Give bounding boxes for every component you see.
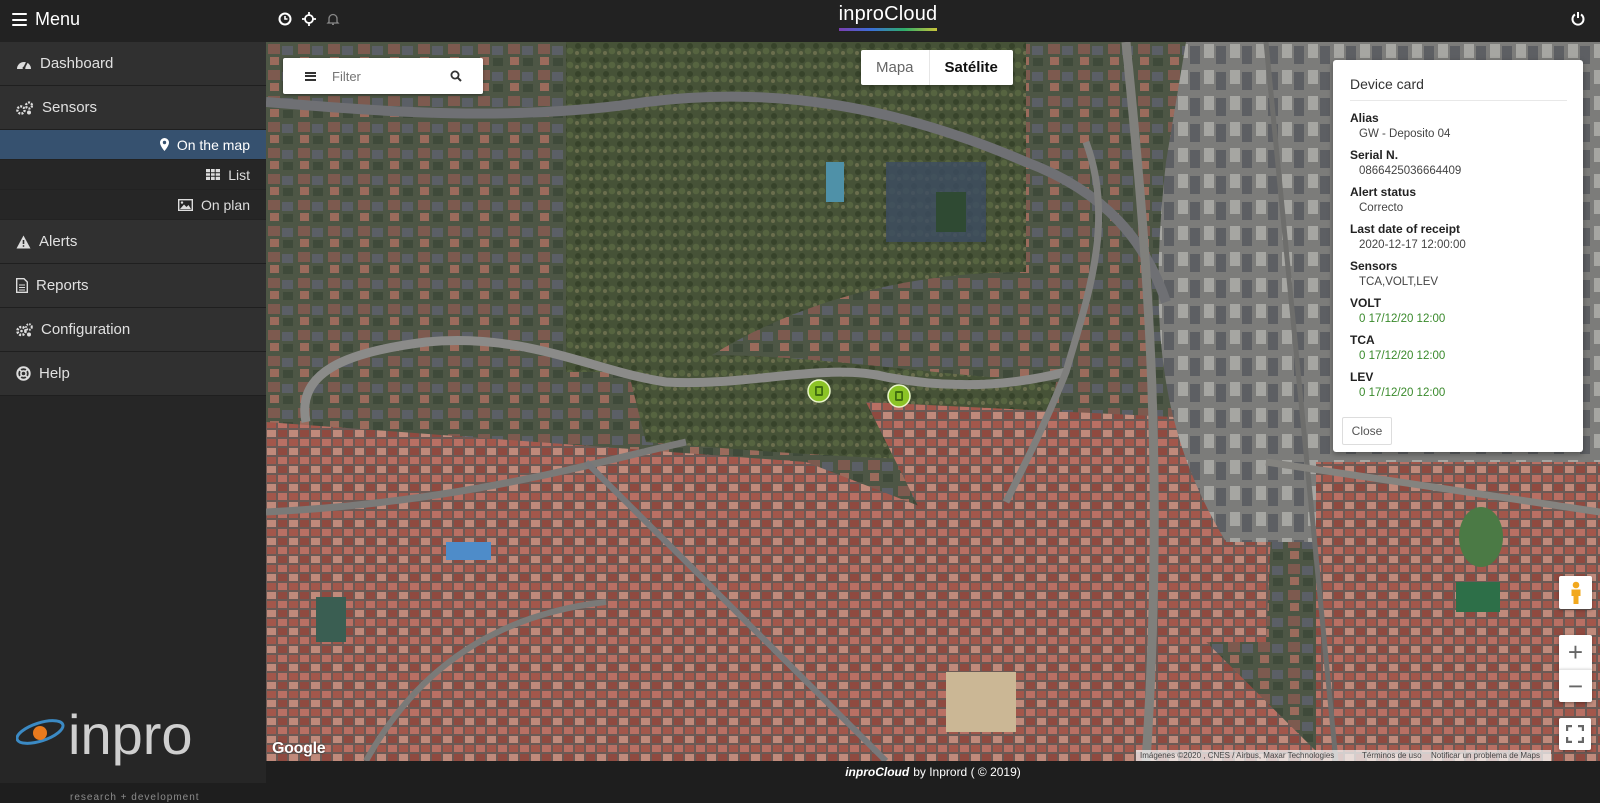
sidebar-item-sensors[interactable]: Sensors (0, 86, 266, 130)
footer-text: by Inprord ( © 2019) (913, 765, 1021, 779)
warning-icon (16, 235, 31, 248)
device-field-last-date: Last date of receipt 2020-12-17 12:00:00 (1350, 221, 1567, 253)
power-icon[interactable] (1571, 11, 1585, 26)
gears-icon (16, 322, 33, 336)
sidebar-item-label: Help (39, 365, 70, 382)
field-label: Alert status (1350, 185, 1417, 199)
filter-menu-icon[interactable] (305, 71, 316, 81)
field-value: 2020-12-17 12:00:00 (1359, 239, 1466, 251)
google-logo: Google (272, 740, 326, 757)
sidebar-subitem-on-plan[interactable]: On plan (0, 190, 266, 220)
field-label: Sensors (1350, 259, 1398, 273)
document-icon (16, 278, 28, 293)
sensors-icon (16, 100, 34, 115)
device-field-alert-status: Alert status Correcto (1350, 184, 1567, 216)
street-view-pegman-button[interactable] (1559, 576, 1592, 609)
brand-title: inproCloud (838, 3, 938, 25)
map-type-toggle: Mapa Satélite (861, 50, 1013, 85)
device-field-serial: Serial N. 0866425036664409 (1350, 147, 1567, 179)
image-icon (177, 198, 193, 211)
field-label: Serial N. (1350, 148, 1399, 162)
device-card: Device card Alias GW - Deposito 04 Seria… (1333, 60, 1583, 452)
device-field-sensors: Sensors TCA,VOLT,LEV (1350, 258, 1567, 290)
map-attribution: Imágenes ©2020 , CNES / Airbus, Maxar Te… (1136, 750, 1358, 761)
device-marker-icon[interactable] (887, 384, 911, 408)
logo-subtitle: research + development (70, 792, 200, 803)
sidebar-subitem-label: On plan (200, 196, 250, 213)
sidebar-subitem-label: On the map (176, 136, 250, 153)
sidebar-item-help[interactable]: Help (0, 352, 266, 396)
field-value: 0 17/12/20 12:00 (1359, 387, 1446, 399)
terms-link[interactable]: Términos de uso (1358, 750, 1427, 761)
search-icon[interactable] (450, 70, 462, 82)
field-label: Alias (1350, 111, 1379, 125)
sidebar-item-configuration[interactable]: Configuration (0, 308, 266, 352)
field-value: Correcto (1359, 202, 1404, 214)
sidebar-item-label: Alerts (39, 233, 78, 250)
field-label: TCA (1350, 333, 1375, 347)
lifebuoy-icon (16, 366, 31, 381)
device-field-lev: LEV 0 17/12/20 12:00 (1350, 369, 1567, 401)
field-value: TCA,VOLT,LEV (1359, 276, 1439, 288)
table-icon (206, 169, 221, 180)
field-value: GW - Deposito 04 (1359, 128, 1451, 140)
brand-underline (839, 28, 937, 31)
sidebar-subitem-list[interactable]: List (0, 160, 266, 190)
fullscreen-button[interactable] (1559, 718, 1591, 750)
fullscreen-icon (1566, 725, 1584, 743)
device-marker-icon[interactable] (807, 379, 831, 403)
sidebar-subitem-label: List (228, 166, 250, 183)
logo-wordmark: inpro (68, 703, 193, 766)
zoom-in-button[interactable]: + (1559, 635, 1592, 669)
filter-input[interactable] (332, 68, 450, 84)
field-label: Last date of receipt (1350, 222, 1461, 236)
sidebar-item-label: Configuration (41, 321, 131, 338)
map-type-map-button[interactable]: Mapa (861, 50, 930, 85)
field-label: LEV (1350, 370, 1374, 384)
field-value: 0 17/12/20 12:00 (1359, 313, 1446, 325)
footer-brand: inproCloud (845, 765, 910, 779)
device-field-alias: Alias GW - Deposito 04 (1350, 110, 1567, 142)
map-type-satellite-button[interactable]: Satélite (930, 50, 1013, 85)
zoom-out-button[interactable]: − (1559, 669, 1592, 702)
device-field-volt: VOLT 0 17/12/20 12:00 (1350, 295, 1567, 327)
close-button[interactable]: Close (1342, 417, 1392, 445)
sidebar-item-alerts[interactable]: Alerts (0, 220, 266, 264)
sidebar-item-label: Sensors (42, 99, 98, 116)
map-marker-icon (159, 138, 169, 151)
device-field-tca: TCA 0 17/12/20 12:00 (1350, 332, 1567, 364)
sidebar: Dashboard Sensors On the map List On pla… (0, 42, 266, 803)
sidebar-item-label: Reports (36, 277, 89, 294)
field-value: 0866425036664409 (1359, 165, 1462, 177)
sidebar-item-dashboard[interactable]: Dashboard (0, 42, 266, 86)
sidebar-item-label: Dashboard (40, 55, 114, 72)
filter-box (283, 58, 483, 94)
sidebar-item-reports[interactable]: Reports (0, 264, 266, 308)
inpro-logo: inpro (16, 703, 193, 766)
report-problem-link[interactable]: Notificar un problema de Maps (1427, 750, 1551, 761)
pegman-icon (1571, 581, 1580, 604)
field-label: VOLT (1350, 296, 1382, 310)
dashboard-icon (17, 61, 31, 69)
field-value: 0 17/12/20 12:00 (1359, 350, 1446, 362)
sidebar-subitem-on-the-map[interactable]: On the map (0, 130, 266, 160)
top-bar: Menu inproCloud (0, 0, 1600, 42)
footer: inproCloud by Inprord ( © 2019) (266, 761, 1600, 783)
device-card-title: Device card (1350, 76, 1567, 101)
